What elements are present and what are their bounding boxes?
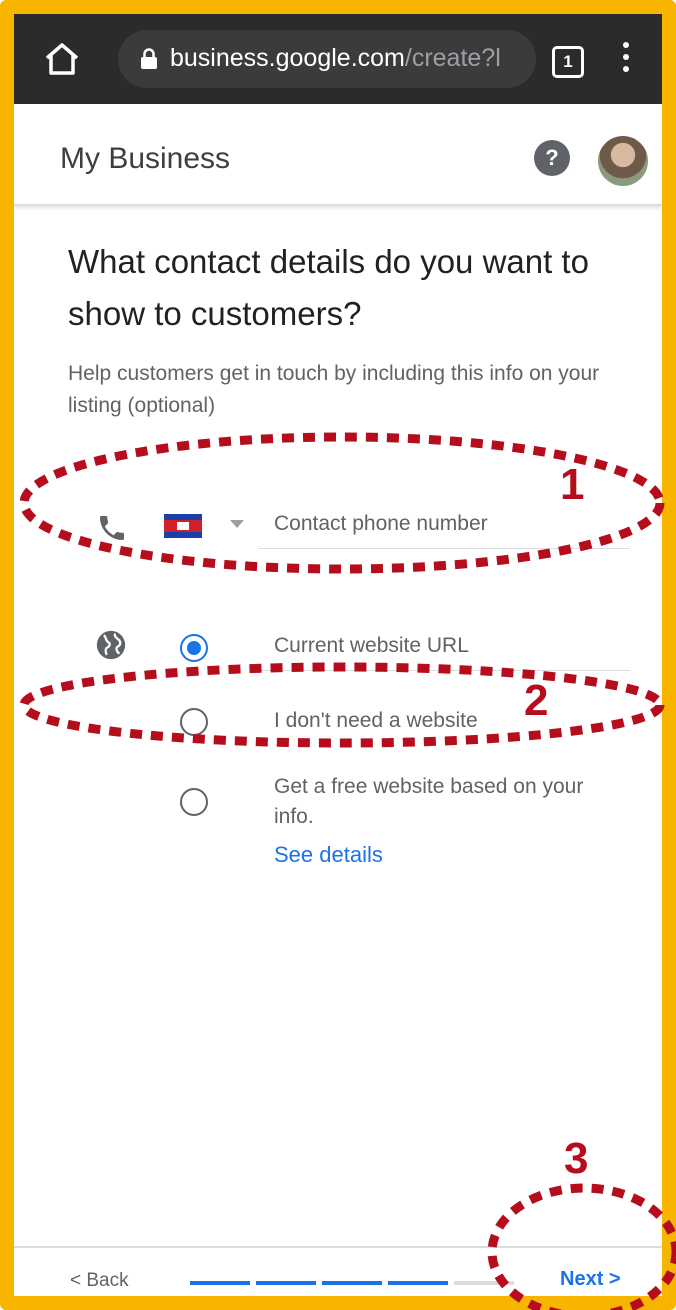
tab-switcher-button[interactable]: 1: [552, 46, 584, 78]
annotation-label-2: 2: [524, 676, 549, 725]
radio-current-website[interactable]: [180, 634, 208, 662]
home-icon[interactable]: [44, 42, 80, 76]
see-details-link[interactable]: See details: [274, 842, 383, 868]
page-title: What contact details do you want to show…: [68, 243, 589, 332]
progress-step-2: [256, 1281, 316, 1285]
app-title: My Business: [60, 142, 231, 175]
browser-toolbar: business.google.com/create?l 1: [14, 14, 662, 104]
lock-icon: [141, 48, 157, 69]
footer-bar: < Back Next >: [14, 1246, 662, 1296]
globe-icon: [96, 630, 126, 660]
next-button[interactable]: Next >: [560, 1268, 621, 1291]
phone-icon: [100, 516, 124, 540]
website-url-field[interactable]: [258, 628, 634, 671]
progress-step-3: [322, 1281, 382, 1285]
help-icon[interactable]: ?: [534, 140, 570, 176]
annotation-label-3: 3: [564, 1134, 589, 1183]
url-host: business.google.com: [170, 44, 405, 72]
progress-step-4: [388, 1281, 448, 1285]
phone-number-input[interactable]: [274, 512, 634, 536]
chevron-down-icon[interactable]: [230, 520, 244, 528]
annotation-label-1: 1: [560, 460, 585, 509]
website-url-input[interactable]: [274, 634, 634, 658]
page-subtitle: Help customers get in touch by including…: [68, 362, 600, 417]
url-text: business.google.com/create?l: [170, 44, 530, 73]
progress-step-5: [454, 1281, 514, 1285]
address-bar[interactable]: business.google.com/create?l: [118, 30, 536, 88]
avatar[interactable]: [598, 136, 648, 186]
country-flag-icon[interactable]: [164, 514, 202, 538]
progress-step-1: [190, 1281, 250, 1285]
radio-no-website[interactable]: [180, 708, 208, 736]
phone-number-field[interactable]: [258, 504, 634, 549]
back-button[interactable]: < Back: [70, 1270, 129, 1292]
more-menu-icon[interactable]: [622, 42, 630, 78]
app-header: My Business ?: [14, 104, 662, 206]
option-no-website-label[interactable]: I don't need a website: [274, 706, 478, 736]
url-path: /create?l: [404, 44, 501, 72]
screenshot-frame: business.google.com/create?l 1 My Busine…: [0, 0, 676, 1310]
radio-free-website[interactable]: [180, 788, 208, 816]
option-free-website-label[interactable]: Get a free website based on your info.: [274, 772, 614, 832]
